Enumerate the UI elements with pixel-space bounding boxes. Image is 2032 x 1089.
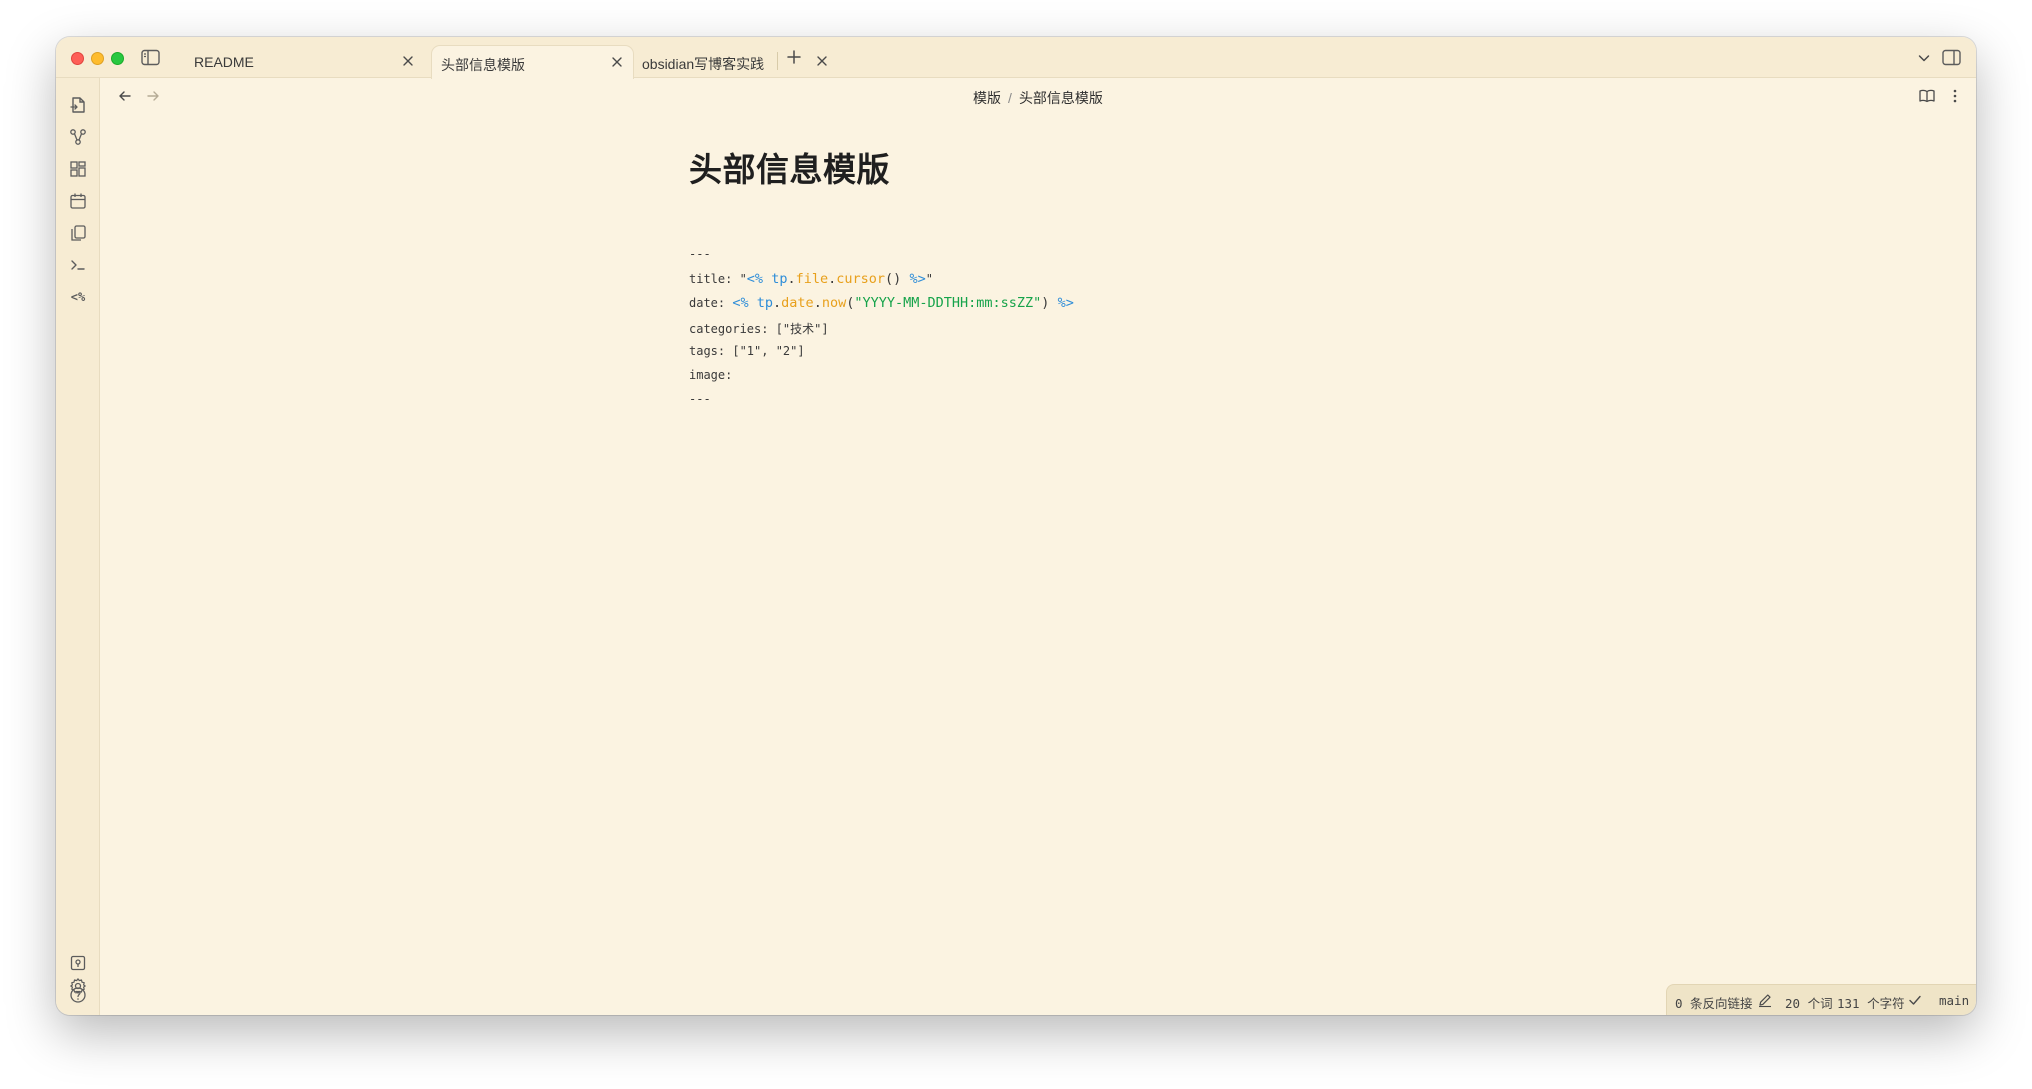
app-window: README 头部信息模版 obsidian写博客实践 <% 模版 / 头部信息… — [56, 37, 1976, 1015]
gear-icon[interactable] — [67, 975, 89, 997]
tab-bar: README 头部信息模版 obsidian写博客实践 — [56, 37, 1976, 79]
close-icon[interactable] — [400, 53, 416, 69]
right-sidebar-toggle-icon[interactable] — [1942, 49, 1961, 66]
status-char-count: 131 个字符 — [1837, 996, 1905, 1011]
close-icon[interactable] — [814, 53, 830, 69]
breadcrumb: 模版 / 头部信息模版 — [100, 88, 1976, 108]
page-title: 头部信息模版 — [689, 150, 890, 189]
copy-icon[interactable] — [67, 222, 89, 244]
chevron-down-icon[interactable] — [1916, 50, 1932, 66]
tab-label: README — [194, 54, 254, 70]
frontmatter-title-line: title: "<% tp.file.cursor() %>" — [689, 271, 933, 287]
calendar-icon[interactable] — [67, 190, 89, 212]
window-minimize-button[interactable] — [91, 52, 104, 65]
open-file-icon[interactable] — [67, 94, 89, 116]
graph-icon[interactable] — [67, 126, 89, 148]
window-close-button[interactable] — [71, 52, 84, 65]
tab-label: 头部信息模版 — [441, 57, 525, 73]
frontmatter-image-line: image: — [689, 368, 733, 382]
pencil-icon[interactable] — [1757, 992, 1773, 1008]
close-icon[interactable] — [609, 54, 625, 70]
plus-icon[interactable] — [785, 48, 803, 66]
left-ribbon: <% — [56, 78, 100, 1015]
frontmatter-categories-line: categories: ["技术"] — [689, 322, 829, 336]
breadcrumb-separator: / — [1008, 90, 1012, 106]
more-vertical-icon[interactable] — [1946, 87, 1964, 105]
status-git-branch[interactable]: main — [1939, 993, 1969, 1008]
tab-label: obsidian写博客实践 — [642, 56, 765, 72]
book-open-icon[interactable] — [1918, 87, 1936, 105]
check-icon[interactable] — [1907, 992, 1923, 1008]
templater-label: <% — [70, 290, 86, 304]
frontmatter-date-line: date: <% tp.date.now("YYYY-MM-DDTHH:mm:s… — [689, 295, 1074, 311]
sidebar-toggle-icon[interactable] — [141, 49, 160, 66]
status-bar: 0 条反向链接 20 个词 131 个字符 main — [1666, 984, 1976, 1015]
status-word-count: 20 个词 — [1785, 996, 1833, 1011]
terminal-icon[interactable] — [67, 254, 89, 276]
breadcrumb-file[interactable]: 头部信息模版 — [1019, 90, 1103, 106]
vault-icon[interactable] — [67, 952, 89, 974]
tab-separator — [777, 52, 778, 70]
canvas-icon[interactable] — [67, 158, 89, 180]
tab-obsidian-blog[interactable]: obsidian写博客实践 — [636, 45, 836, 78]
tab-readme[interactable]: README — [178, 45, 428, 78]
templater-icon[interactable]: <% — [67, 286, 89, 308]
status-backlinks[interactable]: 0 条反向链接 — [1675, 993, 1753, 1012]
window-maximize-button[interactable] — [111, 52, 124, 65]
frontmatter-fence-open: --- — [689, 247, 711, 261]
main-view: 模版 / 头部信息模版 头部信息模版 --- title: "<% tp.file.… — [100, 78, 1976, 1015]
tab-header-template[interactable]: 头部信息模版 — [431, 45, 634, 79]
frontmatter-tags-line: tags: ["1", "2"] — [689, 344, 805, 358]
frontmatter-fence-close: --- — [689, 392, 711, 406]
breadcrumb-folder[interactable]: 模版 — [973, 90, 1001, 106]
